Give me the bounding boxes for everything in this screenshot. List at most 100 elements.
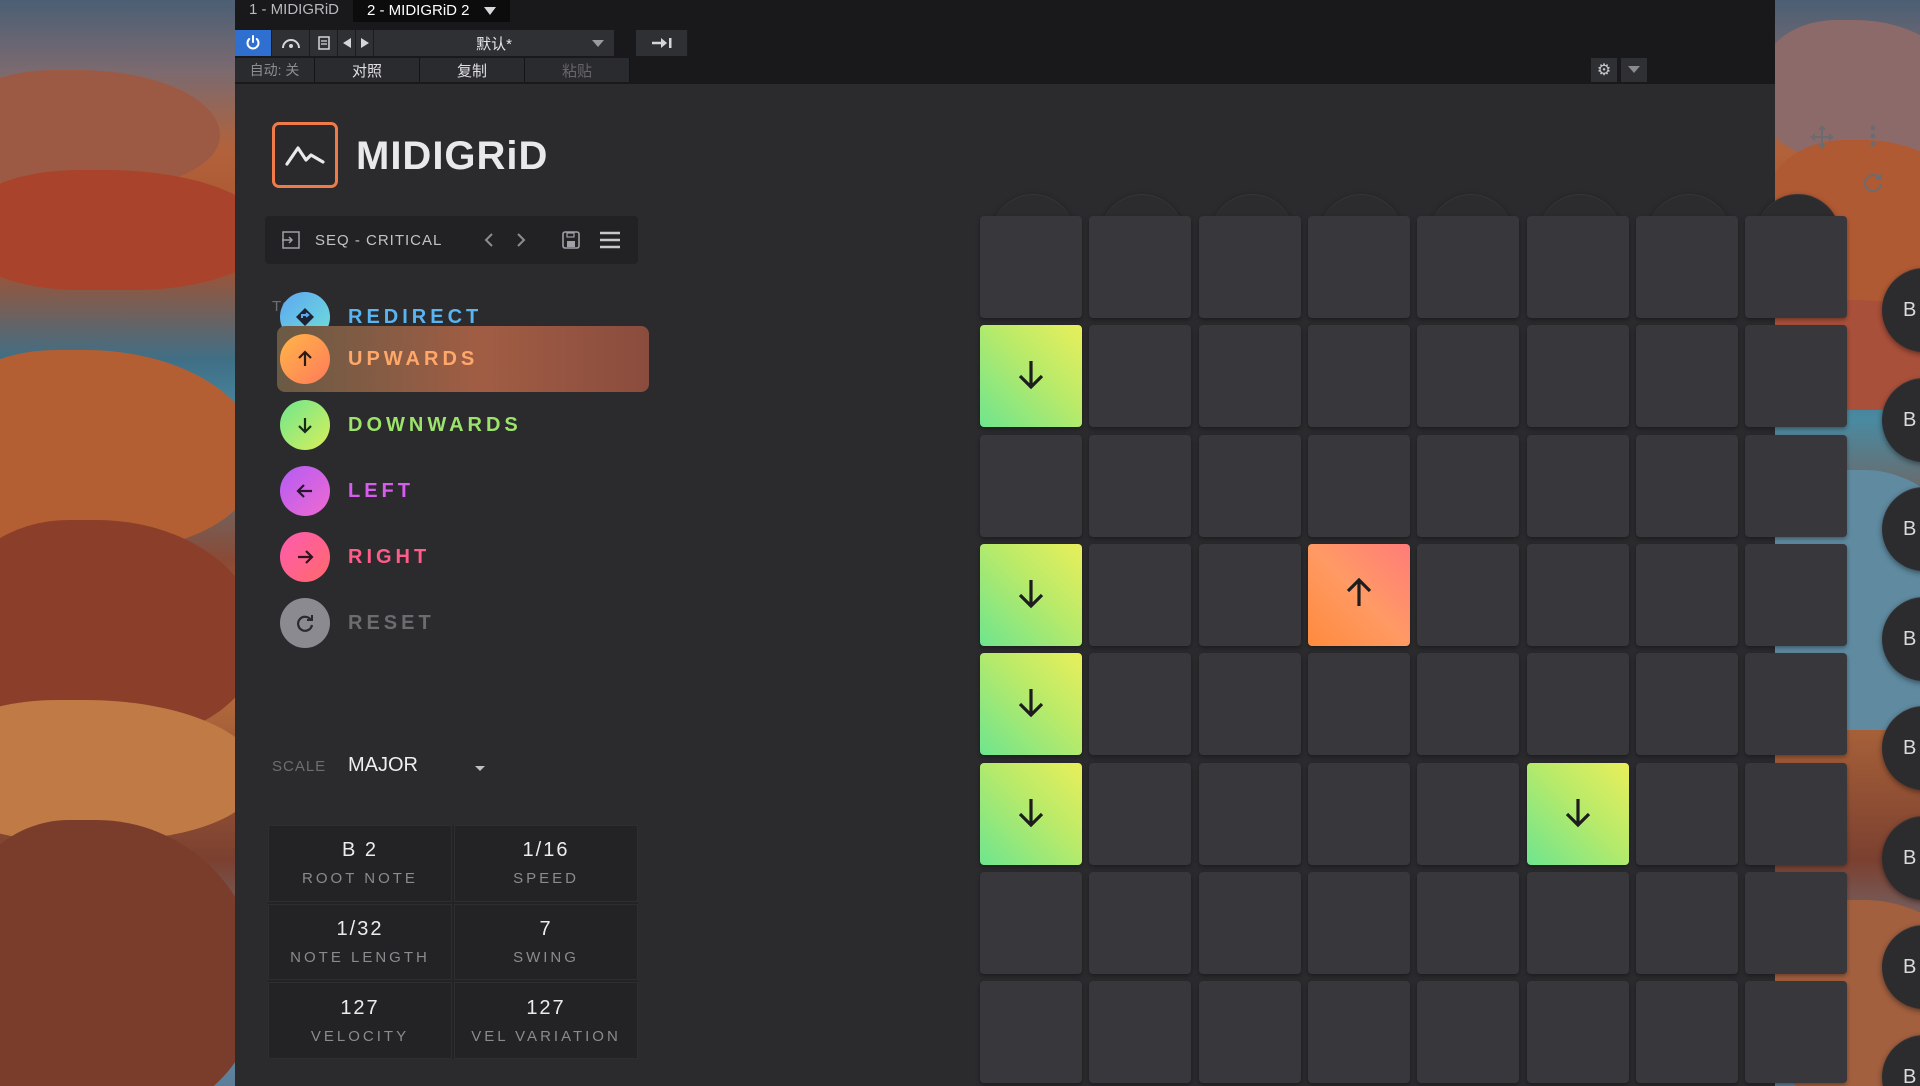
grid-pad[interactable] [1745, 981, 1847, 1083]
grid-pad[interactable] [1527, 435, 1629, 537]
tool-right[interactable]: RIGHT [277, 524, 649, 590]
note-length-param[interactable]: 1/32 NOTE LENGTH [268, 903, 452, 981]
grid-pad[interactable] [1636, 981, 1738, 1083]
grid-pad[interactable] [1636, 763, 1738, 865]
velocity-param[interactable]: 127 VELOCITY [268, 982, 452, 1059]
grid-pad[interactable] [1199, 435, 1301, 537]
grid-pad[interactable] [1089, 763, 1191, 865]
copy-button[interactable]: 复制 [420, 58, 525, 82]
grid-pad[interactable] [1417, 435, 1519, 537]
more-vertical-icon[interactable] [1869, 124, 1877, 154]
grid-pad[interactable] [1745, 763, 1847, 865]
grid-pad[interactable] [1745, 872, 1847, 974]
grid-pad[interactable] [1308, 763, 1410, 865]
grid-pad[interactable] [1308, 544, 1410, 646]
prev-preset-button[interactable] [338, 30, 356, 56]
grid-pad[interactable] [1417, 872, 1519, 974]
grid-pad[interactable] [980, 325, 1082, 427]
preset-dropdown[interactable]: 默认* [374, 30, 614, 56]
tool-reset[interactable]: RESET [277, 590, 649, 656]
tab-midigrid-1[interactable]: 1 - MIDIGRiD [235, 0, 353, 22]
save-icon[interactable] [561, 230, 581, 255]
chevron-down-icon[interactable] [483, 7, 496, 15]
grid-pad[interactable] [1636, 653, 1738, 755]
automation-button[interactable] [272, 30, 310, 56]
grid-pad[interactable] [980, 653, 1082, 755]
settings-button[interactable]: ⚙ [1591, 58, 1617, 82]
grid-pad[interactable] [1527, 325, 1629, 427]
preset-file-button[interactable] [310, 30, 338, 56]
grid-pad[interactable] [1199, 653, 1301, 755]
grid-pad[interactable] [1089, 872, 1191, 974]
grid-pad[interactable] [1636, 325, 1738, 427]
vel-variation-param[interactable]: 127 VEL VARIATION [454, 982, 638, 1059]
grid-pad[interactable] [1199, 981, 1301, 1083]
grid-pad[interactable] [1417, 325, 1519, 427]
grid-pad[interactable] [1636, 435, 1738, 537]
compare-button[interactable]: 对照 [315, 58, 420, 82]
grid-pad[interactable] [980, 544, 1082, 646]
paste-button[interactable]: 粘贴 [525, 58, 630, 82]
automation-status[interactable]: 自动: 关 [235, 58, 315, 82]
import-icon[interactable] [281, 230, 301, 255]
grid-pad[interactable] [980, 763, 1082, 865]
grid-pad[interactable] [1527, 763, 1629, 865]
grid-pad[interactable] [1308, 325, 1410, 427]
grid-pad[interactable] [1308, 872, 1410, 974]
grid-pad[interactable] [1308, 216, 1410, 318]
sidechain-button[interactable] [636, 30, 688, 56]
grid-pad[interactable] [1527, 872, 1629, 974]
grid-pad[interactable] [1089, 544, 1191, 646]
grid-pad[interactable] [1199, 763, 1301, 865]
tool-upwards[interactable]: UPWARDS [277, 326, 649, 392]
move-icon[interactable] [1809, 124, 1835, 156]
grid-pad[interactable] [1199, 872, 1301, 974]
tool-left[interactable]: LEFT [277, 458, 649, 524]
tab-midigrid-2[interactable]: 2 - MIDIGRiD 2 [353, 0, 510, 22]
grid-pad[interactable] [1199, 216, 1301, 318]
next-preset-button[interactable] [356, 30, 374, 56]
grid-pad[interactable] [1308, 653, 1410, 755]
swing-param[interactable]: 7 SWING [454, 903, 638, 981]
grid-pad[interactable] [1527, 981, 1629, 1083]
grid-pad[interactable] [1199, 325, 1301, 427]
tool-downwards[interactable]: DOWNWARDS [277, 392, 649, 458]
grid-pad[interactable] [980, 872, 1082, 974]
grid-pad[interactable] [1417, 544, 1519, 646]
grid-pad[interactable] [1417, 763, 1519, 865]
grid-pad[interactable] [1089, 216, 1191, 318]
grid-pad[interactable] [980, 981, 1082, 1083]
grid-pad[interactable] [1527, 653, 1629, 755]
grid-pad[interactable] [1089, 435, 1191, 537]
grid-pad[interactable] [1745, 653, 1847, 755]
chevron-down-icon[interactable] [475, 766, 485, 771]
scale-dropdown[interactable]: MAJOR [348, 754, 418, 777]
grid-pad[interactable] [1636, 872, 1738, 974]
grid-pad[interactable] [980, 216, 1082, 318]
power-button[interactable] [235, 30, 272, 56]
preset-name-label[interactable]: SEQ - CRITICAL [315, 232, 442, 249]
grid-pad[interactable] [1745, 216, 1847, 318]
grid-pad[interactable] [1089, 653, 1191, 755]
grid-pad[interactable] [1199, 544, 1301, 646]
chevron-right-icon[interactable] [515, 231, 527, 254]
grid-pad[interactable] [1089, 325, 1191, 427]
grid-pad[interactable] [1089, 981, 1191, 1083]
grid-pad[interactable] [1308, 981, 1410, 1083]
grid-pad[interactable] [1308, 435, 1410, 537]
settings-menu-button[interactable] [1621, 58, 1647, 82]
grid-pad[interactable] [1745, 544, 1847, 646]
grid-pad[interactable] [1745, 435, 1847, 537]
refresh-icon[interactable] [1861, 170, 1885, 200]
grid-pad[interactable] [1745, 325, 1847, 427]
grid-pad[interactable] [1417, 216, 1519, 318]
grid-pad[interactable] [1417, 981, 1519, 1083]
root-note-param[interactable]: B 2 ROOT NOTE [268, 825, 452, 902]
menu-icon[interactable] [599, 230, 621, 255]
grid-pad[interactable] [1527, 216, 1629, 318]
chevron-left-icon[interactable] [483, 231, 495, 254]
grid-pad[interactable] [1417, 653, 1519, 755]
grid-pad[interactable] [1527, 544, 1629, 646]
grid-pad[interactable] [1636, 544, 1738, 646]
grid-pad[interactable] [1636, 216, 1738, 318]
